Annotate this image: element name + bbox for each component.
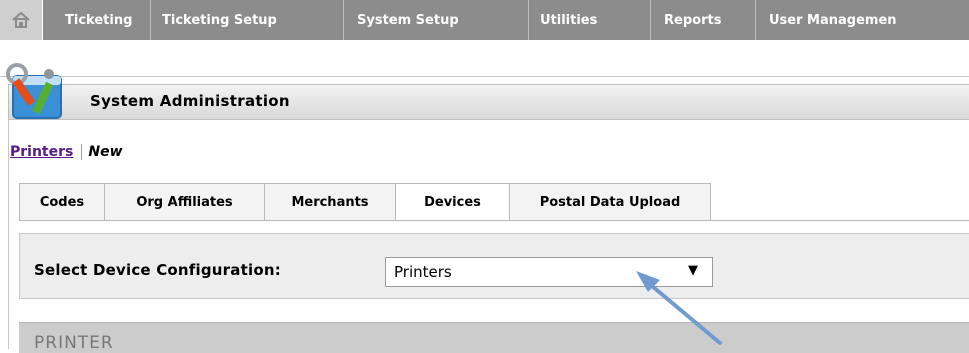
nav-ticketing[interactable]: Ticketing	[43, 0, 151, 40]
breadcrumb-printers-link[interactable]: Printers	[10, 144, 73, 160]
tab-merchants[interactable]: Merchants	[264, 183, 395, 221]
nav-ticketing-setup[interactable]: Ticketing Setup	[151, 0, 344, 40]
nav-reports[interactable]: Reports	[651, 0, 756, 40]
printer-section-header	[19, 322, 969, 353]
breadcrumb-current: New	[88, 144, 123, 160]
admin-tools-icon	[6, 63, 62, 119]
device-config-selected-value: Printers	[394, 263, 452, 281]
top-navigation: Ticketing Ticketing Setup System Setup U…	[0, 0, 969, 40]
device-config-select[interactable]: Printers ▼	[385, 257, 713, 287]
breadcrumb-separator	[81, 144, 83, 160]
tab-codes[interactable]: Codes	[19, 183, 104, 221]
tab-bar: Codes Org Affiliates Merchants Devices P…	[19, 183, 711, 221]
chevron-down-icon: ▼	[688, 263, 698, 278]
nav-system-setup[interactable]: System Setup	[344, 0, 529, 40]
tab-underline	[19, 220, 969, 221]
device-config-label: Select Device Configuration:	[34, 261, 281, 279]
tab-org-affiliates[interactable]: Org Affiliates	[104, 183, 264, 221]
tab-devices[interactable]: Devices	[395, 183, 509, 221]
home-button[interactable]	[0, 0, 43, 40]
tab-postal-data-upload[interactable]: Postal Data Upload	[509, 183, 711, 221]
home-icon	[12, 11, 30, 28]
panel-title: System Administration	[90, 92, 290, 110]
nav-user-management[interactable]: User Managemen	[756, 0, 969, 40]
printer-section-title: PRINTER	[34, 333, 114, 353]
breadcrumb: Printers New	[10, 144, 123, 160]
nav-utilities[interactable]: Utilities	[529, 0, 651, 40]
content-left-border	[8, 120, 9, 349]
